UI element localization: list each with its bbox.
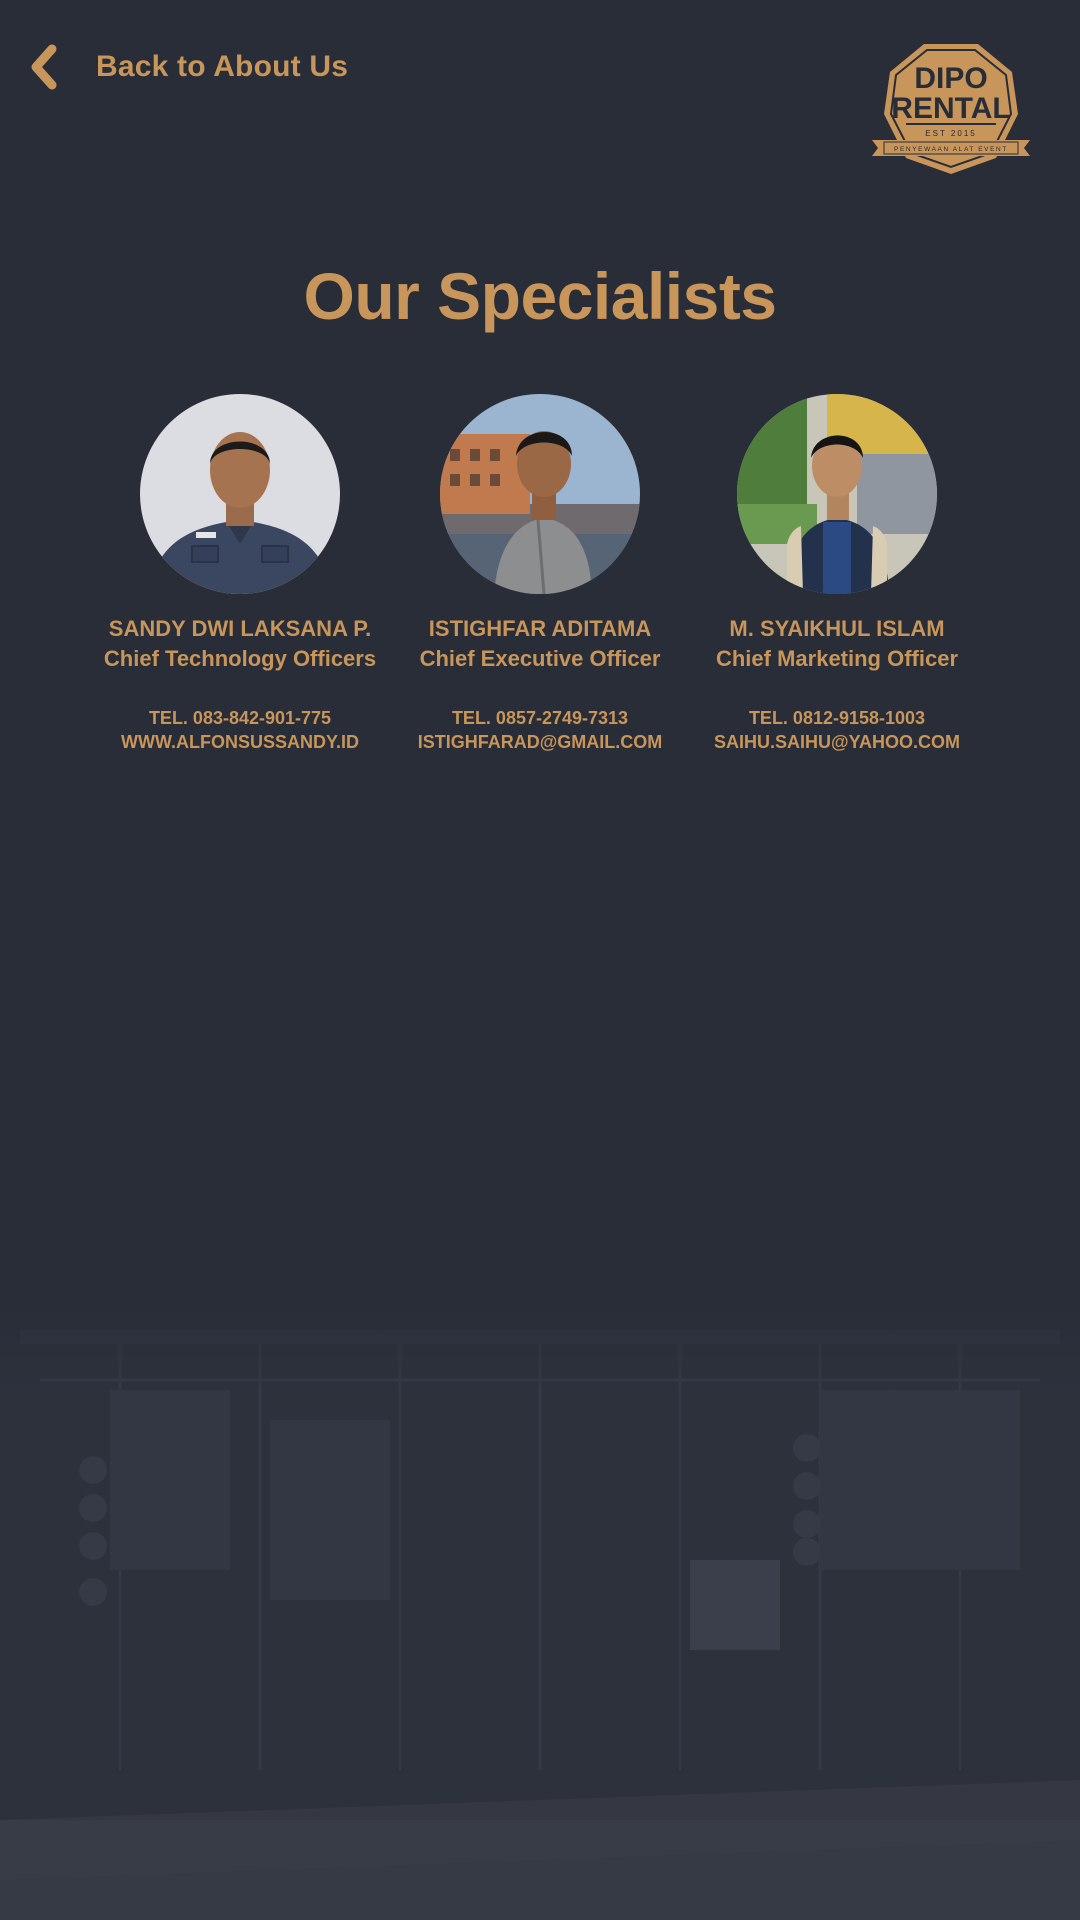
specialist-name: M. SYAIKHUL ISLAM <box>729 616 945 641</box>
specialist-phone[interactable]: TEL. 083-842-901-775 <box>80 706 400 730</box>
specialist-email[interactable]: SAIHU.SAIHU@YAHOO.COM <box>677 730 997 754</box>
specialist-phone[interactable]: TEL. 0812-9158-1003 <box>677 706 997 730</box>
stage-background-image <box>0 1300 1080 1920</box>
avatar <box>737 394 937 594</box>
logo-est: EST 2015 <box>925 129 976 138</box>
specialist-card: ISTIGHFAR ADITAMA Chief Executive Office… <box>380 394 700 754</box>
specialists-list: SANDY DWI LAKSANA P. Chief Technology Of… <box>0 394 1080 774</box>
chevron-left-icon <box>31 44 57 90</box>
specialist-email[interactable]: ISTIGHFARAD@GMAIL.COM <box>380 730 700 754</box>
logo-ribbon: PENYEWAAN ALAT EVENT <box>894 146 1008 153</box>
specialist-website[interactable]: WWW.ALFONSUSSANDY.ID <box>80 730 400 754</box>
back-to-about-link[interactable]: Back to About Us <box>26 42 348 92</box>
avatar <box>440 394 640 594</box>
page-title: Our Specialists <box>303 259 777 333</box>
dipo-rental-logo[interactable]: DIPO RENTAL EST 2015 PENYEWAAN ALAT EVEN… <box>872 42 1030 176</box>
logo-line1: DIPO <box>914 62 987 95</box>
specialist-role: Chief Marketing Officer <box>715 646 959 671</box>
specialist-role: Chief Executive Officer <box>419 646 661 671</box>
specialist-phone[interactable]: TEL. 0857-2749-7313 <box>380 706 700 730</box>
logo-line2: RENTAL <box>891 92 1010 125</box>
specialist-name: ISTIGHFAR ADITAMA <box>428 616 652 641</box>
avatar <box>140 394 340 594</box>
specialist-role: Chief Technology Officers <box>103 646 377 671</box>
specialist-card: M. SYAIKHUL ISLAM Chief Marketing Office… <box>677 394 997 754</box>
specialist-name: SANDY DWI LAKSANA P. <box>108 616 372 641</box>
specialist-card: SANDY DWI LAKSANA P. Chief Technology Of… <box>80 394 400 754</box>
back-link-label: Back to About Us <box>96 50 349 83</box>
